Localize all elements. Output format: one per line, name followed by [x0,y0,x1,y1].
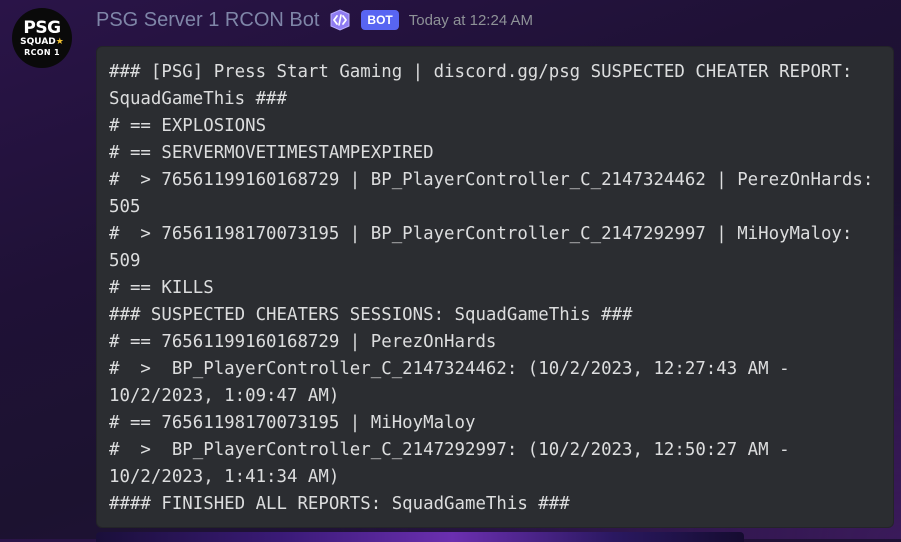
code-line: ### [PSG] Press Start Gaming | discord.g… [109,62,863,109]
username[interactable]: PSG Server 1 RCON Bot [96,9,319,32]
code-line: # > BP_PlayerController_C_2147324462: (1… [109,359,801,406]
message-header: PSG Server 1 RCON Bot BOT Today at 12:24… [96,6,533,34]
code-line: # == KILLS [109,278,214,298]
bot-avatar[interactable]: PSG SQUAD★ RCON 1 [12,8,72,68]
code-line: # == EXPLOSIONS [109,116,267,136]
bot-tag: BOT [361,10,399,30]
code-line: # == 76561198170073195 | MiHoyMaloy [109,413,476,433]
code-line: #### FINISHED ALL REPORTS: SquadGameThis… [109,494,570,514]
image-attachment[interactable] [96,532,744,542]
avatar-text-rcon: RCON 1 [24,47,60,57]
code-line: # > BP_PlayerController_C_2147292997: (1… [109,440,801,487]
code-line: # > 76561199160168729 | BP_PlayerControl… [109,170,884,217]
avatar-text-psg: PSG [23,17,61,38]
code-line: # > 76561198170073195 | BP_PlayerControl… [109,224,863,271]
code-block: ### [PSG] Press Start Gaming | discord.g… [96,46,894,528]
code-line: ### SUSPECTED CHEATERS SESSIONS: SquadGa… [109,305,633,325]
avatar-text-squad: SQUAD★ [20,36,64,47]
code-brackets-icon [327,9,353,31]
code-line: # == 76561199160168729 | PerezOnHards [109,332,497,352]
code-block-text: ### [PSG] Press Start Gaming | discord.g… [109,59,881,518]
code-line: # == SERVERMOVETIMESTAMPEXPIRED [109,143,434,163]
message-timestamp[interactable]: Today at 12:24 AM [409,12,533,29]
star-icon: ★ [55,36,64,47]
avatar-squad-label: SQUAD [20,36,56,47]
